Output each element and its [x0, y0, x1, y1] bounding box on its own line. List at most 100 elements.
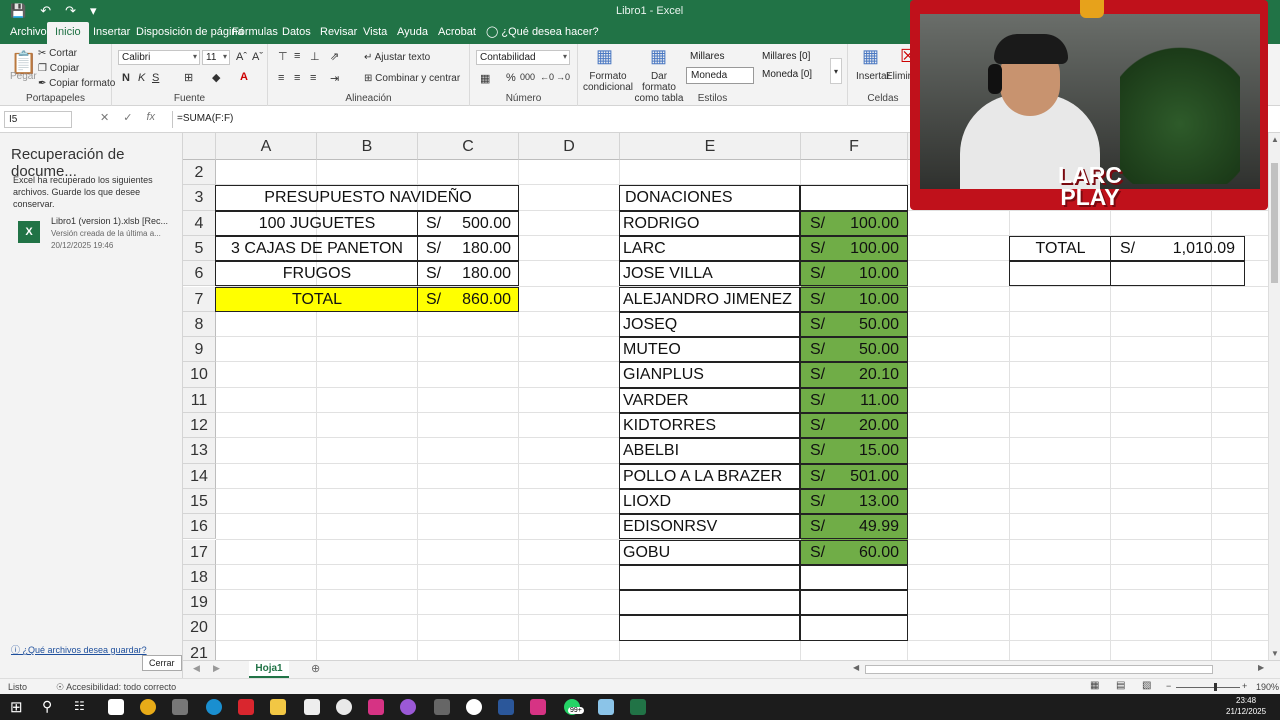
comma-style-icon[interactable]: 000 [520, 72, 535, 82]
add-sheet-icon[interactable]: ⊕ [311, 662, 320, 675]
cut-button[interactable]: ✂ Cortar [38, 48, 77, 59]
column-header[interactable]: A [216, 133, 317, 160]
task-view-icon[interactable]: ☷ [74, 699, 85, 713]
donation-amount[interactable]: 20.10 [801, 362, 899, 387]
align-left-icon[interactable]: ≡ [278, 72, 284, 84]
hscroll-right-icon[interactable]: ▶ [1258, 663, 1264, 672]
media-icon[interactable] [304, 699, 320, 715]
confirm-icon[interactable]: ✓ [123, 111, 132, 128]
font-name-select[interactable]: Calibri [118, 50, 200, 65]
styles-more-icon[interactable]: ▾ [830, 58, 842, 84]
zoom-in-icon[interactable]: + [1242, 681, 1247, 691]
merge-center-button[interactable]: ⊞ Combinar y centrar [364, 73, 460, 84]
word-icon[interactable] [498, 699, 514, 715]
style-moneda[interactable]: Moneda [686, 67, 754, 84]
shrink-font-icon[interactable]: Aˇ [252, 51, 263, 63]
tab-ayuda[interactable]: Ayuda [389, 22, 436, 44]
number-format-select[interactable]: Contabilidad [476, 50, 570, 65]
conditional-format-button[interactable]: Formato condicional [582, 71, 634, 93]
budget-total-amount[interactable]: 860.00 [418, 287, 511, 312]
column-header[interactable]: C [418, 133, 519, 160]
anydesk-icon[interactable] [238, 699, 254, 715]
budget-item-label[interactable]: 3 CAJAS DE PANETON [216, 236, 418, 261]
indent-icon[interactable]: ⇥ [330, 72, 339, 85]
row-header[interactable]: 7 [183, 286, 216, 312]
copy-button[interactable]: ❐ Copiar [38, 63, 79, 74]
row-header[interactable]: 2 [183, 160, 216, 186]
obs-icon[interactable] [466, 699, 482, 715]
donation-amount[interactable]: 15.00 [801, 438, 899, 463]
row-header[interactable]: 19 [183, 590, 216, 616]
font-size-select[interactable]: 11 [202, 50, 230, 65]
scroll-down-icon[interactable]: ▼ [1271, 649, 1279, 658]
acrobat2-icon[interactable] [530, 699, 546, 715]
row-header[interactable]: 11 [183, 387, 216, 413]
donation-amount[interactable]: 11.00 [801, 388, 899, 413]
align-center-icon[interactable]: ≡ [294, 72, 300, 84]
windows-start-icon[interactable]: ⊞ [10, 698, 23, 716]
undo-icon[interactable]: ↶ [40, 3, 51, 19]
paste-button[interactable]: Pegar [10, 71, 37, 82]
zoom-slider-thumb[interactable] [1214, 683, 1217, 691]
donation-amount[interactable]: 100.00 [801, 236, 899, 261]
row-header[interactable]: 5 [183, 235, 216, 262]
format-painter-button[interactable]: ✒ Copiar formato [38, 78, 115, 89]
row-header[interactable]: 9 [183, 337, 216, 363]
donor-name[interactable]: GIANPLUS [623, 362, 799, 387]
function-icon[interactable]: fx [146, 111, 155, 128]
style-millares-0[interactable]: Millares [0] [758, 49, 826, 66]
redo-icon[interactable]: ↷ [65, 3, 76, 19]
formula-input[interactable]: =SUMA(F:F) [172, 111, 912, 128]
tell-me-search[interactable]: ◯ ¿Qué desea hacer? [478, 22, 607, 44]
row-header[interactable]: 10 [183, 362, 216, 388]
page-layout-icon[interactable]: ▤ [1116, 680, 1125, 691]
donor-name[interactable]: MUTEO [623, 337, 799, 362]
search-icon[interactable]: ⚲ [42, 698, 52, 715]
row-header[interactable]: 17 [183, 539, 216, 565]
horizontal-scroll-thumb[interactable] [865, 665, 1213, 674]
column-header[interactable]: F [801, 133, 908, 160]
normal-view-icon[interactable]: ▦ [1090, 680, 1099, 691]
decrease-decimal-icon[interactable]: →0 [556, 72, 570, 82]
grow-font-icon[interactable]: Aˆ [236, 51, 247, 63]
percent-icon[interactable]: % [506, 72, 516, 84]
row-header[interactable]: 20 [183, 615, 216, 641]
donor-name[interactable]: LIOXD [623, 489, 799, 514]
clock-date[interactable]: 21/12/2025 [1226, 707, 1266, 716]
format-table-icon[interactable]: ▦ [650, 46, 667, 67]
name-box[interactable]: I5 [4, 111, 72, 128]
edge-icon[interactable] [206, 699, 222, 715]
orientation-icon[interactable]: ⇗ [330, 50, 339, 63]
donation-amount[interactable]: 50.00 [801, 337, 899, 362]
style-millares[interactable]: Millares [686, 49, 754, 66]
donation-amount[interactable]: 501.00 [801, 464, 899, 489]
borders-icon[interactable]: ⊞ [184, 71, 193, 84]
budget-item-amount[interactable]: 500.00 [418, 211, 511, 236]
row-header[interactable]: 3 [183, 185, 216, 211]
budget-total-label[interactable]: TOTAL [216, 287, 418, 312]
sheet-tab-hoja1[interactable]: Hoja1 [249, 661, 289, 678]
recovered-file-name[interactable]: Libro1 (version 1).xlsb [Rec... [51, 216, 168, 226]
row-header[interactable]: 6 [183, 261, 216, 287]
donor-name[interactable]: POLLO A LA BRAZER [623, 464, 799, 489]
save-icon[interactable]: 💾 [10, 3, 26, 19]
font-color-icon[interactable]: A [240, 71, 248, 83]
donation-amount[interactable]: 50.00 [801, 312, 899, 337]
donor-name[interactable]: JOSE VILLA [623, 261, 799, 286]
donation-amount[interactable]: 20.00 [801, 413, 899, 438]
budget-item-amount[interactable]: 180.00 [418, 261, 511, 286]
zoom-level[interactable]: 190% [1256, 682, 1279, 692]
row-header[interactable]: 13 [183, 438, 216, 464]
align-top-icon[interactable]: ⊤ [278, 50, 288, 63]
budget-item-label[interactable]: FRUGOS [216, 261, 418, 286]
donation-amount[interactable]: 10.00 [801, 261, 899, 286]
donation-amount[interactable]: 49.99 [801, 514, 899, 539]
row-header[interactable]: 14 [183, 463, 216, 489]
worksheet-grid[interactable]: A B C D E F 2 3 4 5 6 7 8 9 10 11 12 13 14 15 16 17 18 19… [183, 133, 1268, 660]
donation-amount[interactable]: 60.00 [801, 540, 899, 565]
donation-amount[interactable]: 100.00 [801, 211, 899, 236]
donations-title-cell[interactable]: DONACIONES [623, 185, 801, 210]
tab-acrobat[interactable]: Acrobat [430, 22, 484, 44]
zoom-out-icon[interactable]: − [1166, 681, 1171, 691]
close-recovery-button[interactable]: Cerrar [142, 655, 182, 671]
